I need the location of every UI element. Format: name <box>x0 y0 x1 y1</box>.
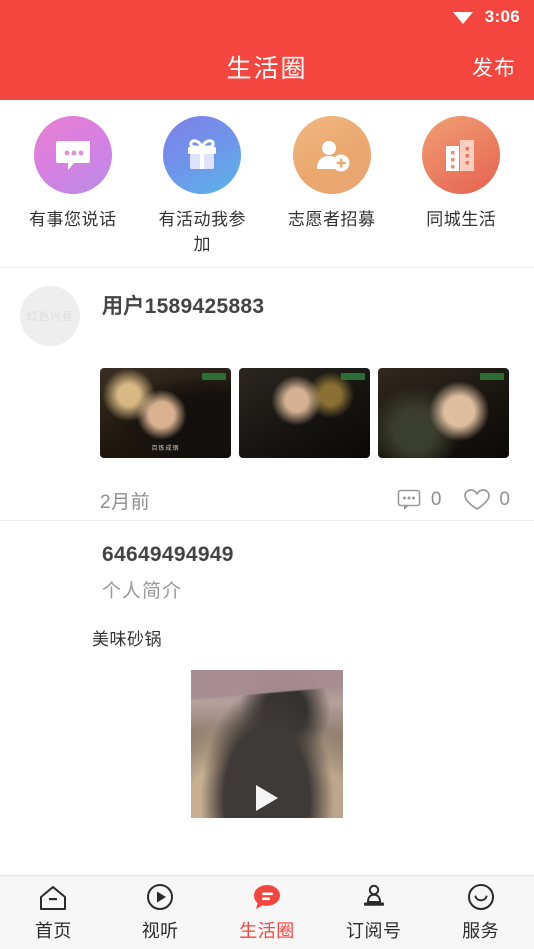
gift-icon <box>163 116 242 194</box>
chat-bubble-icon <box>33 116 112 194</box>
post-username[interactable]: 64649494949 <box>102 543 234 567</box>
post-header-text: 用户1589425883 <box>102 286 264 320</box>
post-username[interactable]: 用户1589425883 <box>102 290 264 320</box>
life-circle-icon <box>252 882 282 912</box>
category-label: 有事您说话 <box>29 210 117 229</box>
feed-post-2[interactable]: 64649494949 个人简介 美味砂锅 <box>0 521 534 819</box>
app-root: 3:06 生活圈 发布 有事您说话 有活动我参加 志愿者招募 同城生活 红色兴县… <box>0 0 534 949</box>
post-thumbnail-row: 百炼成钢 <box>80 368 534 459</box>
status-time: 3:06 <box>484 7 520 26</box>
publish-button[interactable]: 发布 <box>472 52 516 82</box>
post-stats: 0 0 <box>397 488 510 512</box>
wifi-icon <box>451 7 475 27</box>
category-shortcuts: 有事您说话 有活动我参加 志愿者招募 同城生活 <box>0 100 534 268</box>
post-video-row <box>0 670 534 819</box>
avatar[interactable] <box>20 539 80 600</box>
category-item-volunteer[interactable]: 志愿者招募 <box>267 116 397 257</box>
status-bar: 3:06 <box>0 0 534 34</box>
post-timestamp: 2月前 <box>100 491 151 513</box>
category-item-city[interactable]: 同城生活 <box>397 116 527 257</box>
tab-subscription[interactable]: 订阅号 <box>320 882 427 943</box>
app-header: 生活圈 发布 <box>0 34 534 100</box>
tab-label: 视听 <box>141 921 179 941</box>
heart-icon <box>464 489 491 511</box>
post-header: 64649494949 个人简介 <box>0 539 534 603</box>
post-header: 红色兴县 用户1589425883 <box>0 286 534 347</box>
buildings-icon <box>422 116 501 194</box>
tab-life-circle[interactable]: 生活圈 <box>214 882 321 943</box>
subscription-stamp-icon <box>360 882 388 912</box>
comment-bubble-icon <box>397 489 421 511</box>
add-person-icon <box>292 116 371 194</box>
tab-video[interactable]: 视听 <box>107 882 214 943</box>
like-count: 0 <box>499 489 510 511</box>
page-title: 生活圈 <box>226 55 308 83</box>
category-item-chat[interactable]: 有事您说话 <box>8 116 138 257</box>
watermark-icon <box>341 373 365 381</box>
category-label: 志愿者招募 <box>288 210 376 229</box>
comment-stat[interactable]: 0 <box>397 489 442 511</box>
category-item-activity[interactable]: 有活动我参加 <box>138 116 268 257</box>
category-label: 有活动我参加 <box>158 210 246 254</box>
like-stat[interactable]: 0 <box>463 488 510 512</box>
watermark-icon <box>202 373 226 381</box>
comment-count: 0 <box>430 489 442 511</box>
home-icon <box>38 882 68 912</box>
avatar[interactable]: 红色兴县 <box>20 286 80 347</box>
tab-label: 订阅号 <box>346 921 402 941</box>
tab-service[interactable]: 服务 <box>427 882 534 943</box>
post-thumbnail-3[interactable] <box>378 368 509 459</box>
post-body-text: 美味砂锅 <box>92 630 162 650</box>
tab-home[interactable]: 首页 <box>0 882 107 943</box>
post-header-text: 64649494949 个人简介 <box>102 539 234 603</box>
tab-label: 服务 <box>462 921 500 941</box>
watermark-icon <box>480 373 504 381</box>
post-subtitle: 个人简介 <box>102 581 183 603</box>
category-label: 同城生活 <box>426 210 497 229</box>
thumbnail-caption: 百炼成钢 <box>151 446 180 453</box>
play-icon[interactable] <box>256 784 278 811</box>
avatar-placeholder-text: 红色兴县 <box>27 311 73 324</box>
tab-label: 首页 <box>34 921 72 941</box>
post-thumbnail-2[interactable] <box>239 368 370 459</box>
smiley-service-icon <box>467 882 495 912</box>
play-circle-icon <box>146 882 174 912</box>
tab-label: 生活圈 <box>239 921 295 941</box>
feed-post-1[interactable]: 红色兴县 用户1589425883 百炼成钢 2月前 0 0 <box>0 268 534 521</box>
bottom-navigation: 首页 视听 生活圈 订阅号 服务 <box>0 875 534 949</box>
post-thumbnail-1[interactable]: 百炼成钢 <box>100 368 231 459</box>
post-meta-row: 2月前 0 0 <box>76 480 534 520</box>
post-video-thumbnail[interactable] <box>191 670 343 819</box>
